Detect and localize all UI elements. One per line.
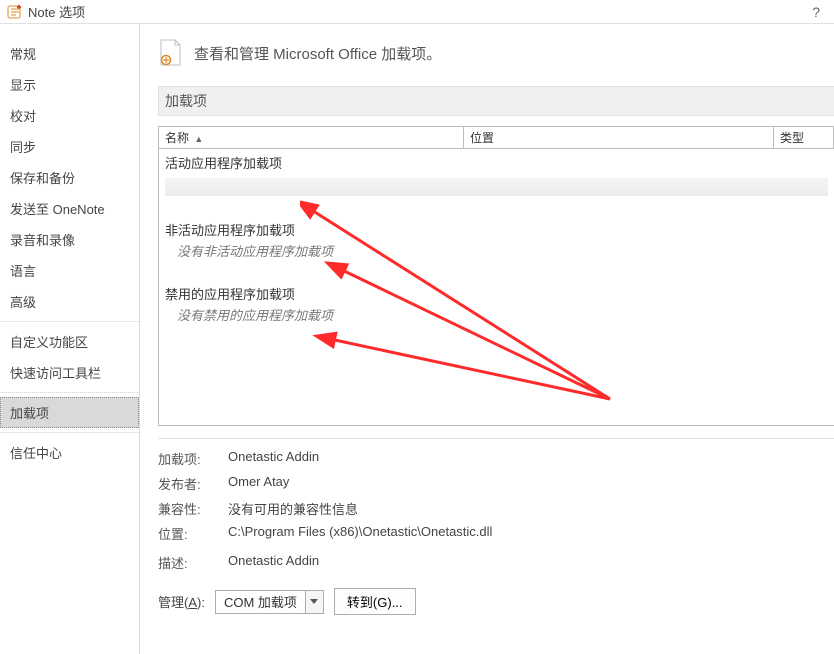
main-panel: 查看和管理 Microsoft Office 加载项。 加载项 名称 ▲ 位置 … [140,24,834,654]
sidebar-item-sync[interactable]: 同步 [0,131,139,162]
addin-details: 加载项: Onetastic Addin 发布者: Omer Atay 兼容性:… [158,438,834,572]
detail-label-addin: 加载项: [158,449,228,468]
sidebar-item-general[interactable]: 常规 [0,38,139,69]
sidebar-item-advanced[interactable]: 高级 [0,286,139,317]
detail-value-addin: Onetastic Addin [228,449,319,468]
column-header-name[interactable]: 名称 ▲ [159,127,464,148]
detail-label-compat: 兼容性: [158,499,228,518]
app-icon [6,3,24,21]
sidebar-separator [0,392,139,393]
addin-row-redacted[interactable] [165,178,828,196]
sidebar-item-addins[interactable]: 加载项 [0,397,139,428]
addins-table: 名称 ▲ 位置 类型 活动应用程序加载项 非活动应用程序加载项 没有非活动应用程… [158,126,834,426]
sidebar-item-save-backup[interactable]: 保存和备份 [0,162,139,193]
detail-value-location: C:\Program Files (x86)\Onetastic\Onetast… [228,524,492,543]
group-inactive-header: 非活动应用程序加载项 [165,220,828,239]
sort-asc-icon: ▲ [194,134,203,144]
sidebar-item-customize-ribbon[interactable]: 自定义功能区 [0,326,139,357]
group-disabled-header: 禁用的应用程序加载项 [165,284,828,303]
table-header: 名称 ▲ 位置 类型 [159,127,834,149]
detail-value-description: Onetastic Addin [228,553,319,572]
titlebar: Note 选项 ? [0,0,834,24]
manage-label-post: ): [197,595,205,610]
detail-label-description: 描述: [158,553,228,572]
group-disabled-empty: 没有禁用的应用程序加载项 [177,305,828,324]
manage-combo[interactable]: COM 加载项 [215,590,324,614]
section-title-addins: 加载项 [158,86,834,116]
column-header-name-label: 名称 [165,131,189,145]
detail-label-location: 位置: [158,524,228,543]
group-inactive-empty: 没有非活动应用程序加载项 [177,241,828,260]
column-header-location[interactable]: 位置 [464,127,774,148]
sidebar-item-trust-center[interactable]: 信任中心 [0,437,139,468]
manage-label-hotkey: A [188,595,197,610]
group-active-header: 活动应用程序加载项 [165,153,828,172]
sidebar-item-audio-video[interactable]: 录音和录像 [0,224,139,255]
page-subtitle: 查看和管理 Microsoft Office 加载项。 [194,43,441,64]
window-title: Note 选项 [28,2,85,21]
column-header-type[interactable]: 类型 [774,127,834,148]
footer-controls: 管理(A): COM 加载项 转到(G)... [158,588,834,615]
chevron-down-icon[interactable] [305,591,323,613]
help-button[interactable]: ? [804,4,828,20]
manage-combo-value: COM 加载项 [216,592,305,611]
sidebar-separator [0,432,139,433]
manage-label-pre: 管理( [158,595,188,610]
detail-value-compat: 没有可用的兼容性信息 [228,499,358,518]
sidebar-item-display[interactable]: 显示 [0,69,139,100]
sidebar-item-quick-access[interactable]: 快速访问工具栏 [0,357,139,388]
sidebar-item-language[interactable]: 语言 [0,255,139,286]
detail-label-publisher: 发布者: [158,474,228,493]
go-button[interactable]: 转到(G)... [334,588,416,615]
sidebar-item-send-onenote[interactable]: 发送至 OneNote [0,193,139,224]
addins-header-icon [158,38,184,68]
detail-value-publisher: Omer Atay [228,474,289,493]
sidebar: 常规 显示 校对 同步 保存和备份 发送至 OneNote 录音和录像 语言 高… [0,24,140,654]
manage-label: 管理(A): [158,592,205,611]
sidebar-separator [0,321,139,322]
sidebar-item-proofing[interactable]: 校对 [0,100,139,131]
